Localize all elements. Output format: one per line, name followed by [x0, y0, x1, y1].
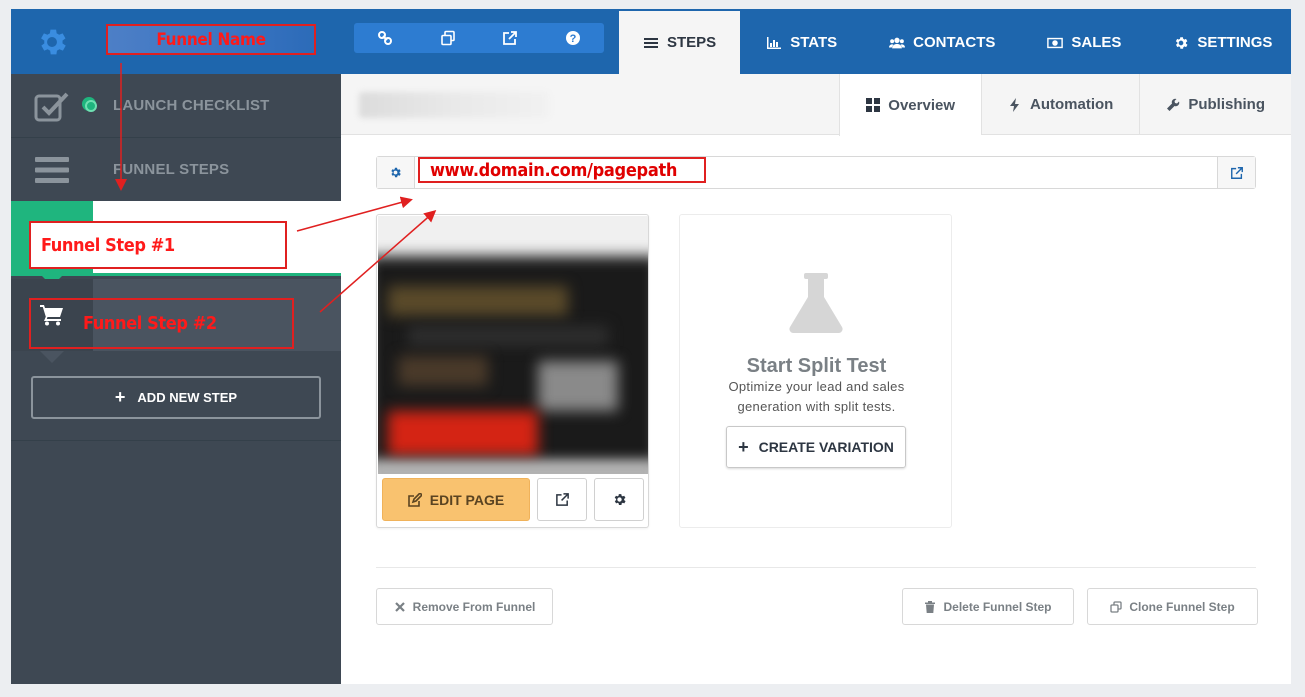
- app-window: Funnel Name ? STEPS STATS CONTACTS SALES…: [11, 9, 1291, 684]
- wrench-icon: [1167, 98, 1180, 111]
- step1-annotation: Funnel Step #1: [29, 221, 287, 269]
- open-url-external-link-icon[interactable]: [1217, 157, 1255, 188]
- tab-contacts-label: CONTACTS: [913, 34, 996, 51]
- tab-contacts[interactable]: CONTACTS: [863, 11, 1021, 74]
- page-thumbnail-blurred[interactable]: [378, 216, 648, 474]
- step-subtabs: Overview Automation Publishing: [839, 74, 1291, 136]
- app-gear-icon[interactable]: [11, 9, 93, 74]
- grid-icon: [866, 98, 881, 112]
- top-bar: Funnel Name ? STEPS STATS CONTACTS SALES…: [11, 9, 1291, 74]
- status-dot-icon: [79, 94, 99, 114]
- subtab-automation-label: Automation: [1030, 96, 1114, 113]
- page-preview-card: EDIT PAGE: [376, 214, 649, 528]
- tab-sales-label: SALES: [1071, 34, 1122, 51]
- main-nav: STEPS STATS CONTACTS SALES SETTINGS: [619, 11, 1291, 74]
- tab-settings-label: SETTINGS: [1197, 34, 1273, 51]
- trash-icon: [925, 600, 936, 613]
- url-annotation: www.domain.com/pagepath: [418, 157, 706, 183]
- plus-icon: +: [738, 436, 749, 457]
- delete-label: Delete Funnel Step: [943, 599, 1052, 614]
- sidebar-item-funnel-steps[interactable]: FUNNEL STEPS: [11, 138, 341, 202]
- money-icon: [1047, 37, 1064, 48]
- users-icon: [889, 37, 906, 48]
- step2-caret: [40, 351, 64, 363]
- subtab-publishing-label: Publishing: [1188, 96, 1265, 113]
- add-new-step-button[interactable]: + ADD NEW STEP: [31, 376, 321, 419]
- page-card-actions: EDIT PAGE: [382, 478, 644, 521]
- list-icon: [644, 37, 658, 48]
- tab-steps[interactable]: STEPS: [619, 11, 741, 74]
- create-variation-button[interactable]: + CREATE VARIATION: [726, 426, 906, 468]
- tab-steps-label: STEPS: [667, 34, 717, 51]
- edit-page-button[interactable]: EDIT PAGE: [382, 478, 530, 521]
- subtab-automation[interactable]: Automation: [981, 74, 1139, 135]
- sidebar: LAUNCH CHECKLIST FUNNEL STEPS Funnel Ste…: [11, 74, 341, 684]
- step-header: Overview Automation Publishing: [341, 74, 1291, 136]
- copy-icon: [1110, 600, 1122, 613]
- tab-settings[interactable]: SETTINGS: [1147, 11, 1291, 74]
- create-variation-label: CREATE VARIATION: [758, 439, 894, 455]
- funnel-tools-group: ?: [354, 23, 604, 53]
- add-step-label: ADD NEW STEP: [137, 390, 238, 405]
- page-settings-button[interactable]: [594, 478, 644, 521]
- remove-label: Remove From Funnel: [412, 599, 536, 614]
- split-test-description: Optimize your lead and sales generation …: [728, 379, 905, 414]
- step1-annotation-label: Funnel Step #1: [41, 234, 175, 256]
- funnel-name-label: Funnel Name: [156, 29, 266, 50]
- tab-sales[interactable]: SALES: [1021, 11, 1147, 74]
- sidebar-divider: [11, 440, 341, 441]
- url-settings-gear-icon[interactable]: [377, 157, 415, 188]
- subtab-overview-label: Overview: [888, 96, 955, 114]
- step2-annotation-label: Funnel Step #2: [83, 313, 217, 334]
- remove-from-funnel-button[interactable]: Remove From Funnel: [376, 588, 553, 625]
- main-content: Overview Automation Publishing www.domai…: [341, 74, 1291, 684]
- edit-page-label: EDIT PAGE: [429, 491, 505, 508]
- split-test-card: Start Split Test Optimize your lead and …: [679, 214, 952, 528]
- url-annotation-label: www.domain.com/pagepath: [430, 159, 678, 181]
- tab-stats[interactable]: STATS: [740, 11, 863, 74]
- link-icon[interactable]: [354, 23, 417, 53]
- launch-checklist-label: LAUNCH CHECKLIST: [113, 97, 270, 114]
- bar-chart-icon: [767, 36, 782, 49]
- preview-page-button[interactable]: [537, 478, 587, 521]
- x-icon: [394, 601, 405, 612]
- clone-label: Clone Funnel Step: [1129, 599, 1235, 614]
- edit-icon: [407, 492, 422, 507]
- external-link-icon[interactable]: [479, 23, 542, 53]
- copy-icon[interactable]: [417, 23, 480, 53]
- footer-divider: [376, 567, 1256, 568]
- svg-text:?: ?: [569, 33, 576, 45]
- gear-icon: [614, 494, 626, 505]
- step2-annotation: Funnel Step #2: [29, 298, 294, 349]
- funnel-name-annotation: Funnel Name: [106, 24, 316, 55]
- clone-funnel-step-button[interactable]: Clone Funnel Step: [1087, 588, 1258, 625]
- external-link-icon: [555, 493, 569, 506]
- help-icon[interactable]: ?: [542, 23, 605, 53]
- sidebar-item-launch-checklist[interactable]: LAUNCH CHECKLIST: [11, 74, 341, 138]
- gear-icon: [1176, 36, 1188, 49]
- tab-stats-label: STATS: [790, 34, 838, 51]
- plus-icon: +: [114, 387, 126, 407]
- delete-funnel-step-button[interactable]: Delete Funnel Step: [902, 588, 1074, 625]
- funnel-steps-label: FUNNEL STEPS: [113, 161, 230, 178]
- subtab-publishing[interactable]: Publishing: [1139, 74, 1291, 135]
- bolt-icon: [1010, 97, 1019, 112]
- flask-icon: [789, 273, 843, 333]
- menu-icon: [11, 138, 93, 202]
- step-title-blurred: [359, 92, 549, 118]
- split-test-title: Start Split Test: [746, 355, 887, 377]
- subtab-overview[interactable]: Overview: [839, 74, 981, 136]
